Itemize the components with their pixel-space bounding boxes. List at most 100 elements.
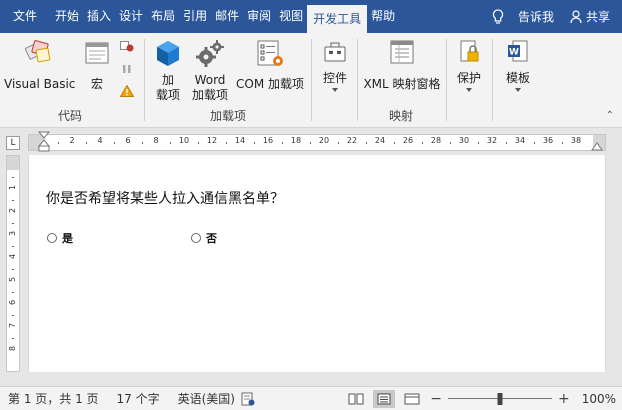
vertical-ruler[interactable]: 1 2 3 4 5 6 7 8 (6, 155, 20, 372)
share-label: 共享 (585, 10, 610, 24)
web-layout-button[interactable] (401, 390, 423, 408)
ruler-number: 32 (486, 136, 498, 145)
ruler-tick (86, 142, 87, 144)
vertical-ruler-number: 8 (8, 345, 18, 352)
ruler-tick (170, 142, 171, 144)
vertical-ruler-tick (12, 199, 14, 201)
ruler-number: 10 (178, 136, 190, 145)
ribbon-tab-bar: 文件 开始 插入 设计 布局 引用 邮件 审阅 视图 开发工具 帮助 告诉我 共… (0, 0, 622, 33)
ruler-number: 30 (458, 136, 470, 145)
lock-document-icon (460, 40, 479, 62)
lightbulb-icon (492, 8, 504, 24)
protect-button[interactable]: 保护 (452, 39, 486, 92)
tab-help[interactable]: 帮助 (367, 0, 399, 33)
status-bar: 第 1 页，共 1 页 17 个字 英语(美国) − + 100% (0, 386, 622, 410)
tab-layout[interactable]: 布局 (147, 0, 179, 33)
group-controls: 控件 (312, 33, 356, 128)
word-count[interactable]: 17 个字 (109, 390, 170, 407)
horizontal-ruler[interactable]: 2 4 6 8 10 12 14 16 18 20 22 24 26 28 30 32 34 36 38 (28, 131, 606, 153)
zoom-slider-thumb[interactable] (497, 392, 503, 405)
group-addins: 加 载项 Word 加载项 COM 加载项 加载项 (146, 33, 310, 128)
ruler-number: 6 (125, 136, 131, 145)
group-code-label: 代码 (57, 109, 82, 123)
radio-yes[interactable]: 是 (47, 230, 73, 246)
tab-view[interactable]: 视图 (275, 0, 307, 33)
vertical-ruler-tick (12, 222, 14, 224)
read-mode-button[interactable] (345, 390, 367, 408)
vertical-ruler-number: 1 (8, 184, 18, 191)
zoom-in-button[interactable]: + (554, 391, 574, 407)
tab-selector[interactable]: L (6, 136, 20, 150)
group-mapping: XML 映射窗格 映射 (358, 33, 444, 128)
zoom-out-button[interactable]: − (426, 391, 446, 407)
addins-cube-icon (157, 41, 179, 66)
ruler-number: 26 (402, 136, 414, 145)
addins-button[interactable]: 加 载项 (152, 39, 184, 103)
visual-basic-label: Visual Basic (4, 77, 76, 91)
ruler-number: 22 (346, 136, 358, 145)
radio-no[interactable]: 否 (191, 230, 217, 246)
com-addins-button[interactable]: COM 加载项 (234, 39, 306, 92)
record-macro-icon[interactable] (120, 41, 134, 53)
vertical-ruler-top-margin (7, 156, 19, 170)
pause-recording-icon[interactable] (121, 63, 133, 75)
ruler-number: 4 (97, 136, 103, 145)
macro-security-icon[interactable] (120, 85, 134, 97)
page-layout-icon (377, 393, 391, 404)
group-mapping-label: 映射 (388, 109, 413, 123)
tab-mailings[interactable]: 邮件 (211, 0, 243, 33)
gear-icon (196, 40, 224, 67)
ruler-tick (254, 142, 255, 144)
zoom-slider[interactable] (447, 392, 552, 405)
visual-basic-icon (24, 40, 51, 63)
tab-references[interactable]: 引用 (179, 0, 211, 33)
ruler-tick (450, 142, 451, 144)
radio-circle-icon (191, 233, 201, 243)
word-template-icon: W (508, 40, 528, 62)
collapse-ribbon-icon[interactable]: ⌃ (606, 110, 614, 121)
com-addins-label: COM 加载项 (236, 77, 304, 91)
visual-basic-button[interactable]: Visual Basic (4, 39, 76, 92)
tab-insert[interactable]: 插入 (83, 0, 115, 33)
controls-button[interactable]: 控件 (318, 39, 352, 92)
tab-home[interactable]: 开始 (51, 0, 83, 33)
accessibility-icon[interactable] (241, 392, 255, 406)
share-button[interactable]: 共享 (564, 8, 622, 25)
xml-mapping-pane-button[interactable]: XML 映射窗格 (362, 39, 442, 92)
templates-label: 模板 (505, 71, 530, 85)
addins-label-line2: 载项 (155, 88, 180, 102)
print-layout-button[interactable] (373, 389, 396, 408)
tell-me-label: 告诉我 (517, 10, 554, 24)
templates-button[interactable]: W 模板 (498, 39, 538, 92)
web-layout-icon (404, 393, 420, 404)
tab-review[interactable]: 审阅 (243, 0, 275, 33)
tell-me-box[interactable]: 告诉我 (482, 8, 564, 25)
ruler-number: 2 (69, 136, 75, 145)
controls-toolbox-icon (324, 42, 346, 62)
svg-text:W: W (509, 48, 519, 58)
language-indicator[interactable]: 英语(美国) (170, 390, 245, 407)
vertical-ruler-tick (12, 291, 14, 293)
vertical-ruler-number: 3 (8, 230, 18, 237)
group-addins-label: 加载项 (209, 109, 246, 123)
group-templates: W 模板 (493, 33, 541, 128)
word-addins-button[interactable]: Word 加载项 (188, 39, 232, 103)
ruler-number: 14 (234, 136, 246, 145)
person-icon (570, 9, 582, 23)
vertical-ruler-number: 4 (8, 253, 18, 260)
zoom-level[interactable]: 100% (574, 392, 616, 406)
horizontal-ruler-row: L 2 4 6 8 10 12 14 16 18 20 22 24 26 28 30 32 34 36 38 (0, 129, 622, 154)
document-page[interactable]: 你是否希望将某些人拉入通信黑名单？ 是 否 (28, 155, 606, 372)
indent-marker-icon[interactable] (38, 131, 50, 153)
page-count[interactable]: 第 1 页，共 1 页 (0, 390, 109, 407)
ruler-tick (58, 142, 59, 144)
right-indent-marker-icon[interactable] (591, 141, 603, 151)
tab-design[interactable]: 设计 (115, 0, 147, 33)
macros-button[interactable]: 宏 (80, 39, 114, 92)
tab-file[interactable]: 文件 (0, 0, 51, 33)
radio-yes-label: 是 (62, 232, 73, 245)
ruler-tick (422, 142, 423, 144)
addins-label-line1: 加 (161, 73, 174, 87)
tab-developer[interactable]: 开发工具 (307, 5, 368, 33)
ruler-tick (142, 142, 143, 144)
